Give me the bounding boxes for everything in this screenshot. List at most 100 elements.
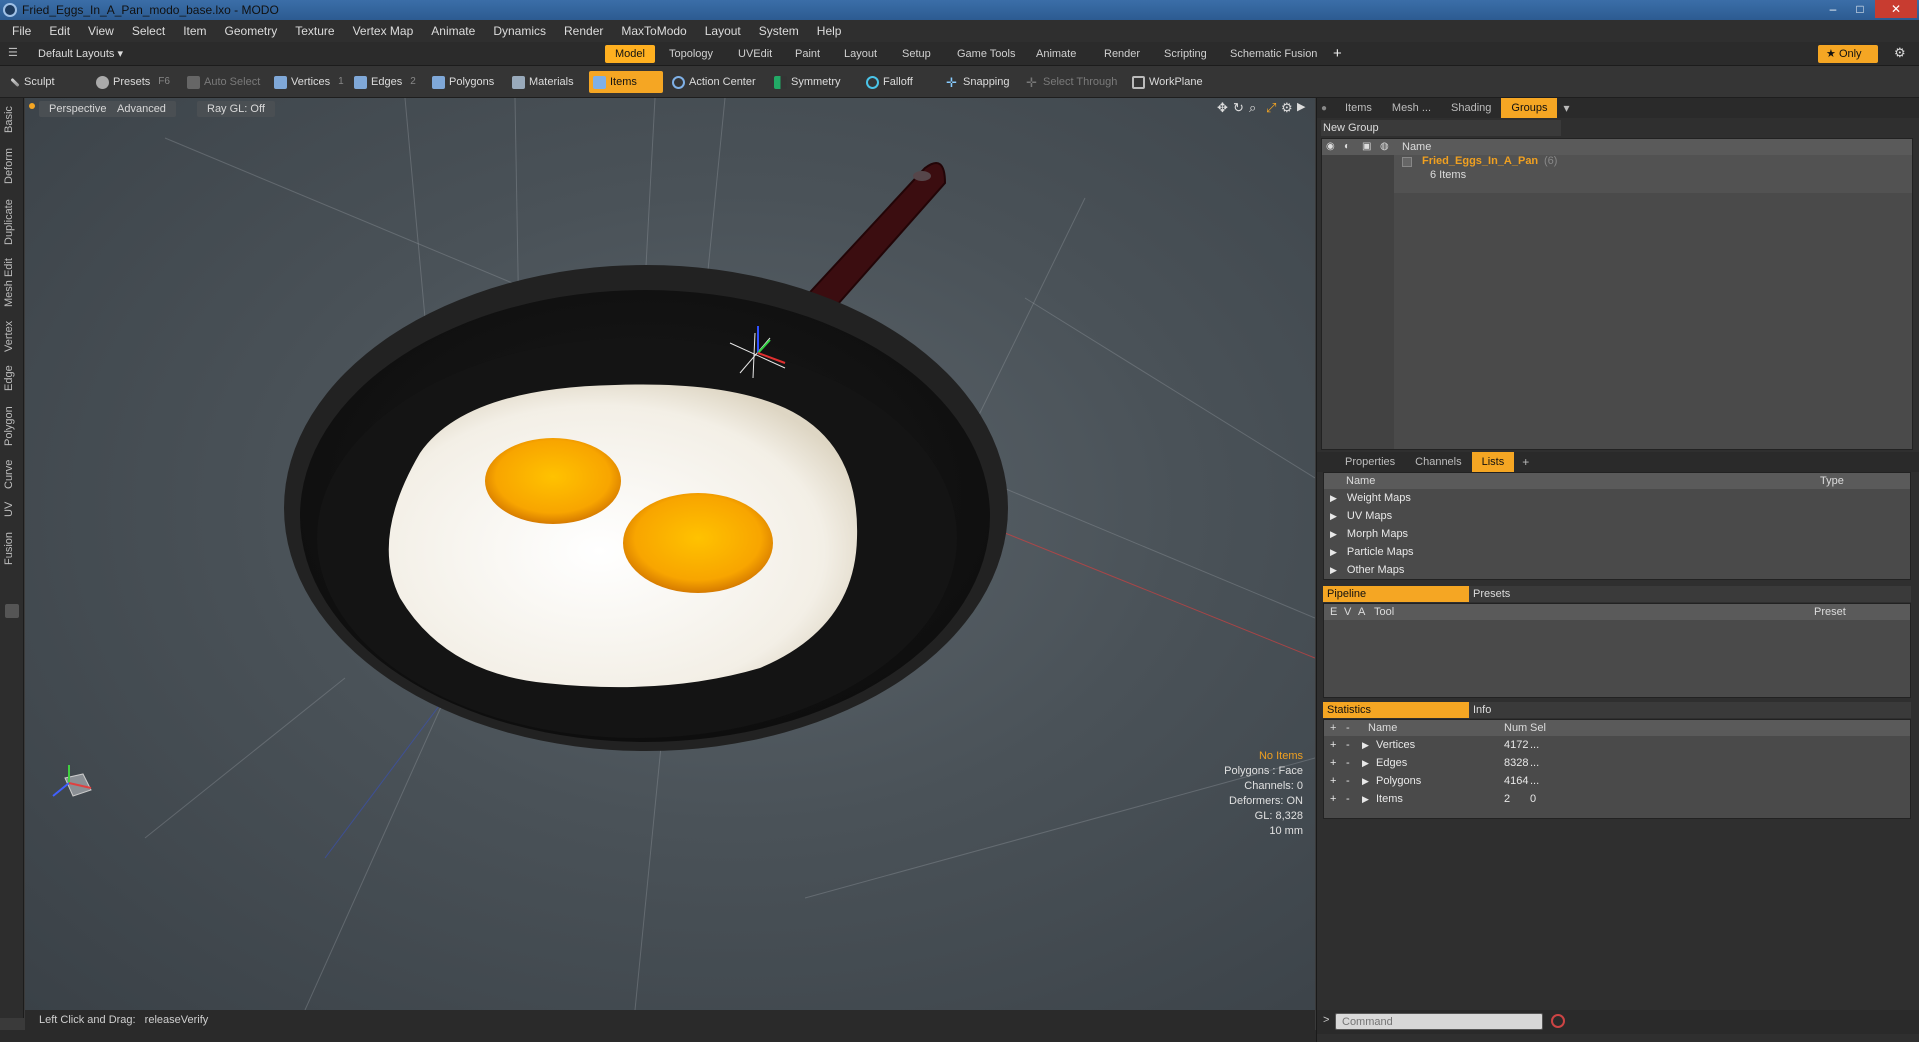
menu-file[interactable]: File <box>0 20 40 42</box>
list-item[interactable]: ▶ Particle Maps <box>1324 543 1910 561</box>
left-tab-uv[interactable]: UV <box>3 498 21 520</box>
left-tab-mesh-edit[interactable]: Mesh Edit <box>3 258 21 308</box>
add-layout-tab-button[interactable]: + <box>1333 45 1342 62</box>
menu-system[interactable]: System <box>750 20 808 42</box>
expand-plus-icon[interactable]: + <box>1330 790 1336 808</box>
tab-items[interactable]: Items <box>1335 98 1382 118</box>
table-row[interactable]: + - ▶ Polygons 4164 ... <box>1324 772 1910 790</box>
menu-help[interactable]: Help <box>808 20 851 42</box>
only-toggle[interactable]: ★ Only <box>1818 45 1878 63</box>
list-item[interactable]: ▶ UV Maps <box>1324 507 1910 525</box>
tab-setup[interactable]: Setup <box>892 45 941 63</box>
tab-statistics[interactable]: Statistics <box>1323 702 1469 718</box>
layout-dropdown[interactable]: Default Layouts ▾ <box>38 47 123 60</box>
new-group-button[interactable]: New Group <box>1321 120 1561 136</box>
menu-maxtomodo[interactable]: MaxToModo <box>612 20 695 42</box>
left-tab-vertex[interactable]: Vertex <box>3 316 21 356</box>
raygl-toggle[interactable]: Ray GL: Off <box>197 101 275 117</box>
table-row[interactable]: + - ▶ Items 2 0 <box>1324 790 1910 808</box>
menu-item[interactable]: Item <box>174 20 215 42</box>
viewport-menu-dot[interactable] <box>29 103 35 109</box>
action-center-button[interactable]: Action Center <box>668 71 762 93</box>
workplane-button[interactable]: WorkPlane <box>1128 71 1209 93</box>
presets-button[interactable]: Presets F6 <box>92 71 176 93</box>
menu-geometry[interactable]: Geometry <box>216 20 287 42</box>
tab-presets[interactable]: Presets <box>1469 586 1911 602</box>
tab-animate[interactable]: Animate <box>1026 45 1086 63</box>
tab-pipeline[interactable]: Pipeline <box>1323 586 1469 602</box>
menu-edit[interactable]: Edit <box>40 20 79 42</box>
select-through-button[interactable]: ✛ Select Through <box>1022 71 1123 93</box>
menu-animate[interactable]: Animate <box>422 20 484 42</box>
tab-shading[interactable]: Shading <box>1441 98 1501 118</box>
perspective-dropdown[interactable]: Perspective <box>39 101 117 117</box>
panel-menu-dot[interactable]: ● <box>1317 103 1335 114</box>
tab-layout[interactable]: Layout <box>834 45 887 63</box>
add-tab-button[interactable]: + <box>1514 455 1529 469</box>
close-button[interactable]: ✕ <box>1875 0 1917 18</box>
menu-vertex-map[interactable]: Vertex Map <box>344 20 423 42</box>
sidebar-toggle-button[interactable] <box>5 604 19 618</box>
left-tab-polygon[interactable]: Polygon <box>3 402 21 450</box>
menu-render[interactable]: Render <box>555 20 612 42</box>
list-item[interactable]: ▶ Morph Maps <box>1324 525 1910 543</box>
menu-layout[interactable]: Layout <box>696 20 750 42</box>
tab-schematic-fusion[interactable]: Schematic Fusion <box>1220 45 1327 63</box>
tab-groups[interactable]: Groups <box>1501 98 1558 118</box>
expand-plus-icon[interactable]: + <box>1330 736 1336 754</box>
tab-game-tools[interactable]: Game Tools <box>947 45 1026 63</box>
maximize-button[interactable]: □ <box>1847 0 1873 18</box>
list-item[interactable]: ▶ Weight Maps <box>1324 489 1910 507</box>
tabs-dropdown-icon[interactable]: ▾ <box>1557 101 1569 115</box>
collapse-minus-icon[interactable]: - <box>1346 772 1350 790</box>
tab-model[interactable]: Model <box>605 45 655 63</box>
left-tab-edge[interactable]: Edge <box>3 362 21 394</box>
record-icon[interactable] <box>1551 1014 1565 1028</box>
expand-plus-icon[interactable]: + <box>1330 772 1336 790</box>
gear-icon[interactable]: ⚙ <box>1894 45 1906 61</box>
rotate-view-icon[interactable]: ↻ <box>1233 100 1244 116</box>
3d-viewport[interactable]: Perspective Advanced Ray GL: Off ✥ ↻ ⌕ ⤢… <box>25 98 1315 1010</box>
tab-mesh[interactable]: Mesh ... <box>1382 98 1441 118</box>
edges-button[interactable]: Edges 2 <box>350 71 422 93</box>
vertices-button[interactable]: Vertices 1 <box>270 71 350 93</box>
viewport-expand-arrow-icon[interactable]: ▶ <box>1297 100 1305 113</box>
tab-paint[interactable]: Paint <box>785 45 830 63</box>
zoom-view-icon[interactable]: ⌕ <box>1249 100 1256 116</box>
auto-select-button[interactable]: Auto Select <box>183 71 266 93</box>
viewport-settings-icon[interactable]: ⚙ <box>1281 100 1293 116</box>
collapse-minus-icon[interactable]: - <box>1346 736 1350 754</box>
group-row[interactable]: Fried_Eggs_In_A_Pan (6) 6 Items <box>1394 155 1912 193</box>
shading-advanced-dropdown[interactable]: Advanced <box>107 101 176 117</box>
table-row[interactable]: + - ▶ Edges 8328 ... <box>1324 754 1910 772</box>
tab-lists[interactable]: Lists <box>1471 452 1515 472</box>
left-tab-deform[interactable]: Deform <box>3 146 21 186</box>
tab-uvedit[interactable]: UVEdit <box>728 45 782 63</box>
materials-button[interactable]: Materials <box>508 71 580 93</box>
layout-menu-icon[interactable]: ☰ <box>8 46 18 59</box>
polygons-button[interactable]: Polygons <box>428 71 500 93</box>
menu-view[interactable]: View <box>79 20 123 42</box>
symmetry-button[interactable]: Symmetry <box>770 71 847 93</box>
tab-properties[interactable]: Properties <box>1335 452 1405 472</box>
falloff-button[interactable]: Falloff <box>862 71 919 93</box>
left-tab-curve[interactable]: Curve <box>3 456 21 492</box>
list-item[interactable]: ▶ Other Maps <box>1324 561 1910 579</box>
tab-channels[interactable]: Channels <box>1405 452 1471 472</box>
tab-info[interactable]: Info <box>1469 702 1911 718</box>
snapping-button[interactable]: ✛ Snapping <box>942 71 1016 93</box>
items-button[interactable]: Items <box>589 71 663 93</box>
collapse-minus-icon[interactable]: - <box>1346 790 1350 808</box>
left-tab-duplicate[interactable]: Duplicate <box>3 196 21 248</box>
move-view-icon[interactable]: ✥ <box>1217 100 1228 116</box>
collapse-minus-icon[interactable]: - <box>1346 754 1350 772</box>
sculpt-button[interactable]: Sculpt <box>6 71 61 93</box>
table-row[interactable]: + - ▶ Vertices 4172 ... <box>1324 736 1910 754</box>
fit-view-icon[interactable]: ⤢ <box>1266 100 1276 116</box>
menu-select[interactable]: Select <box>123 20 174 42</box>
menu-dynamics[interactable]: Dynamics <box>484 20 555 42</box>
tab-topology[interactable]: Topology <box>659 45 723 63</box>
expand-plus-icon[interactable]: + <box>1330 754 1336 772</box>
menu-texture[interactable]: Texture <box>286 20 343 42</box>
minimize-button[interactable]: – <box>1820 0 1846 18</box>
